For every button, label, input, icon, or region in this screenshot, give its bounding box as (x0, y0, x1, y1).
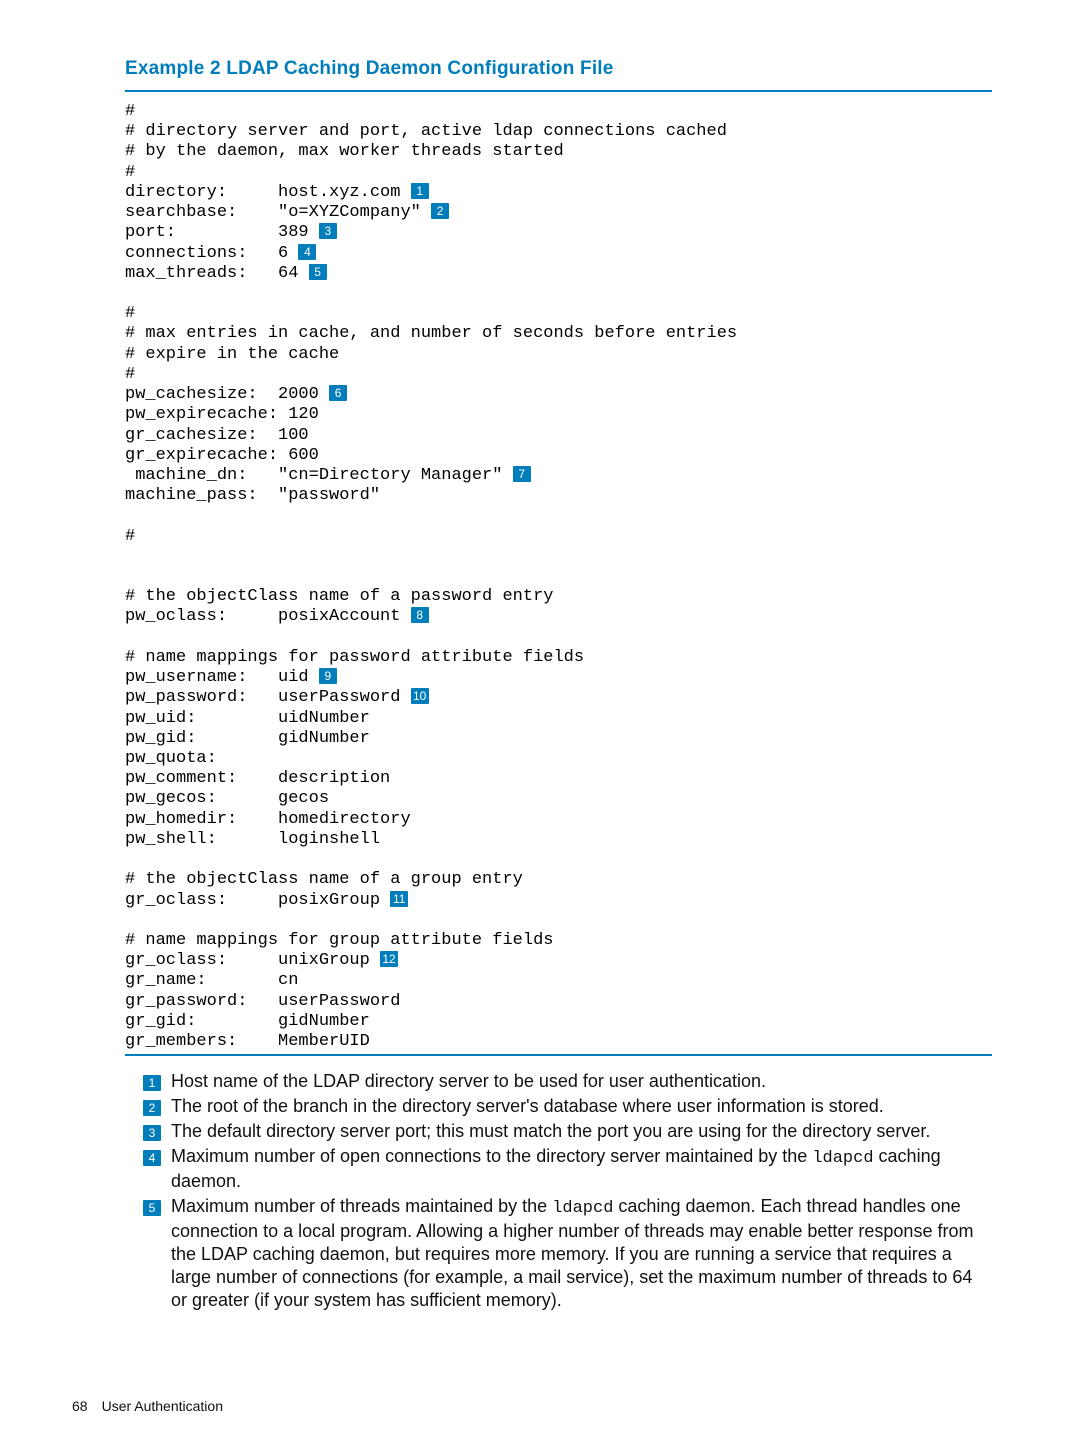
code-line: directory: host.xyz.com (125, 183, 411, 202)
code-line: # name mappings for group attribute fiel… (125, 931, 553, 950)
code-line: gr_cachesize: 100 (125, 426, 309, 445)
code-line: gr_password: userPassword (125, 992, 400, 1011)
code-line: gr_gid: gidNumber (125, 1012, 370, 1031)
code-line: # the objectClass name of a password ent… (125, 587, 553, 606)
divider-top (125, 90, 992, 92)
code-line: # name mappings for password attribute f… (125, 648, 584, 667)
code-line: pw_cachesize: 2000 (125, 385, 329, 404)
code-line: # expire in the cache (125, 345, 339, 364)
code-inline-ldapcd-2: ldapcd (552, 1199, 613, 1218)
callout-ref-12: 12 (380, 951, 398, 967)
code-line: connections: 6 (125, 244, 298, 263)
note-row-2: 2 The root of the branch in the director… (125, 1095, 992, 1118)
code-line: max_threads: 64 (125, 264, 309, 283)
callout-num-2: 2 (143, 1100, 161, 1116)
note-row-4: 4 Maximum number of open connections to … (125, 1145, 992, 1193)
page-footer: 68 User Authentication (72, 1398, 223, 1414)
code-line: searchbase: "o=XYZCompany" (125, 203, 431, 222)
code-line: # (125, 163, 135, 182)
note-row-5: 5 Maximum number of threads maintained b… (125, 1195, 992, 1312)
code-line: pw_comment: description (125, 769, 390, 788)
note-text-2: The root of the branch in the directory … (171, 1095, 992, 1118)
callout-num-4: 4 (143, 1150, 161, 1166)
code-line: gr_oclass: posixGroup (125, 891, 390, 910)
code-line: # (125, 365, 135, 384)
code-line: machine_pass: "password" (125, 486, 380, 505)
code-line: # directory server and port, active ldap… (125, 122, 727, 141)
code-line: pw_shell: loginshell (125, 830, 380, 849)
code-line: pw_expirecache: 120 (125, 405, 319, 424)
code-inline-ldapcd-1: ldapcd (812, 1149, 873, 1168)
callout-ref-9: 9 (319, 668, 337, 684)
callout-ref-3: 3 (319, 223, 337, 239)
footer-section: User Authentication (102, 1398, 223, 1414)
code-line: machine_dn: "cn=Directory Manager" (125, 466, 513, 485)
example-heading: Example 2 LDAP Caching Daemon Configurat… (125, 58, 992, 80)
code-line: pw_oclass: posixAccount (125, 607, 411, 626)
callout-ref-11: 11 (390, 891, 408, 907)
callout-ref-10: 10 (411, 688, 429, 704)
code-line: gr_expirecache: 600 (125, 446, 319, 465)
page: Example 2 LDAP Caching Daemon Configurat… (0, 0, 1080, 1438)
code-line: # (125, 527, 135, 546)
note-row-3: 3 The default directory server port; thi… (125, 1120, 992, 1143)
callout-ref-6: 6 (329, 385, 347, 401)
code-line: gr_oclass: unixGroup (125, 951, 380, 970)
code-block: # # directory server and port, active ld… (125, 102, 992, 1052)
code-line: pw_username: uid (125, 668, 319, 687)
note-row-1: 1 Host name of the LDAP directory server… (125, 1070, 992, 1093)
note-4-a: Maximum number of open connections to th… (171, 1146, 812, 1166)
code-line: pw_gecos: gecos (125, 789, 329, 808)
callout-ref-1: 1 (411, 183, 429, 199)
code-line: pw_uid: uidNumber (125, 709, 370, 728)
code-line: port: 389 (125, 223, 319, 242)
callout-num-5: 5 (143, 1200, 161, 1216)
code-line: # the objectClass name of a group entry (125, 870, 523, 889)
callout-ref-2: 2 (431, 203, 449, 219)
callout-ref-4: 4 (298, 244, 316, 260)
callout-ref-8: 8 (411, 607, 429, 623)
code-line: # by the daemon, max worker threads star… (125, 142, 564, 161)
callout-ref-7: 7 (513, 466, 531, 482)
code-line: pw_password: userPassword (125, 688, 411, 707)
code-line: # (125, 304, 135, 323)
code-line: pw_homedir: homedirectory (125, 810, 411, 829)
code-line: pw_gid: gidNumber (125, 729, 370, 748)
divider-bottom (125, 1054, 992, 1056)
code-line: # max entries in cache, and number of se… (125, 324, 737, 343)
code-line: gr_members: MemberUID (125, 1032, 370, 1051)
callout-ref-5: 5 (309, 264, 327, 280)
callout-explanations: 1 Host name of the LDAP directory server… (125, 1070, 992, 1312)
page-number: 68 (72, 1398, 88, 1414)
callout-num-1: 1 (143, 1075, 161, 1091)
code-line: pw_quota: (125, 749, 217, 768)
note-text-4: Maximum number of open connections to th… (171, 1145, 992, 1193)
note-text-3: The default directory server port; this … (171, 1120, 992, 1143)
code-line: gr_name: cn (125, 971, 298, 990)
callout-num-3: 3 (143, 1125, 161, 1141)
code-line: # (125, 102, 135, 121)
note-text-5: Maximum number of threads maintained by … (171, 1195, 992, 1312)
note-text-1: Host name of the LDAP directory server t… (171, 1070, 992, 1093)
note-5-a: Maximum number of threads maintained by … (171, 1196, 552, 1216)
